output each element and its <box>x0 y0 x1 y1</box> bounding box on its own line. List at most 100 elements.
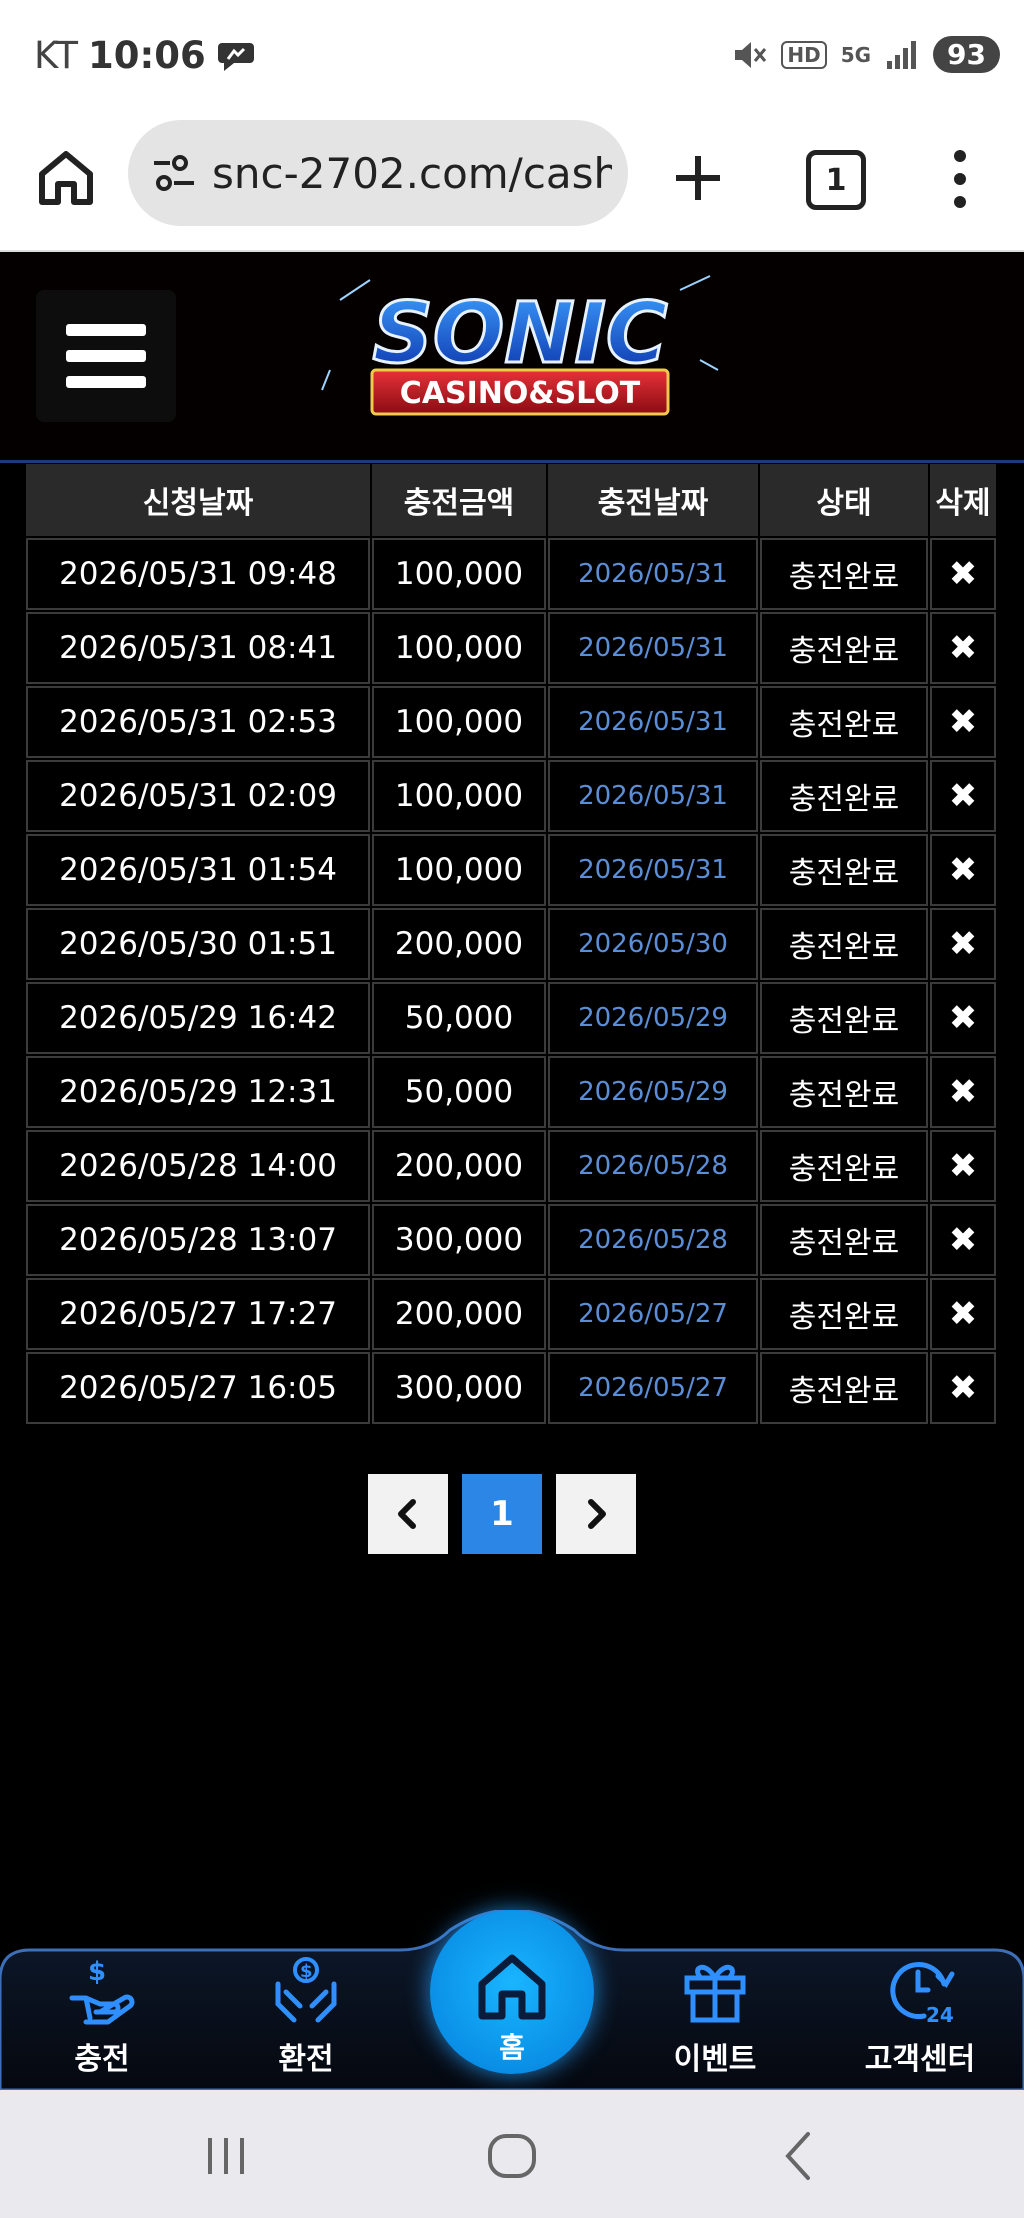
status-cell: 충전완료 <box>760 1278 928 1350</box>
request-date-cell: 2026/05/30 01:51 <box>26 908 370 980</box>
charge-date-cell: 2026/05/31 <box>548 834 758 906</box>
amount-cell: 300,000 <box>372 1204 546 1276</box>
hamburger-menu-button[interactable] <box>36 290 176 422</box>
delete-button[interactable]: ✖ <box>930 538 996 610</box>
table-row: 2026/05/28 13:07 300,000 2026/05/28 충전완료 ✖ <box>26 1204 996 1276</box>
charge-date-cell: 2026/05/31 <box>548 686 758 758</box>
nav-deposit[interactable]: $ 충전 <box>27 1954 177 2084</box>
table-row: 2026/05/27 17:27 200,000 2026/05/27 충전완료 ✖ <box>26 1278 996 1350</box>
delete-button[interactable]: ✖ <box>930 908 996 980</box>
nav-withdraw[interactable]: $ 환전 <box>231 1954 381 2084</box>
amount-cell: 100,000 <box>372 760 546 832</box>
support-badge: 24 <box>926 2003 954 2026</box>
table-row: 2026/05/28 14:00 200,000 2026/05/28 충전완료 ✖ <box>26 1130 996 1202</box>
delete-button[interactable]: ✖ <box>930 1204 996 1276</box>
table-row: 2026/05/29 16:42 50,000 2026/05/29 충전완료 ✖ <box>26 982 996 1054</box>
more-menu-icon[interactable] <box>940 146 980 212</box>
site-header: SONIC CASINO&SLOT <box>0 252 1024 463</box>
request-date-cell: 2026/05/28 13:07 <box>26 1204 370 1276</box>
hd-badge: HD <box>781 40 827 69</box>
logo-title: SONIC <box>372 284 667 382</box>
table-row: 2026/05/27 16:05 300,000 2026/05/27 충전완료 ✖ <box>26 1352 996 1424</box>
nav-withdraw-label: 환전 <box>278 2042 334 2077</box>
amount-cell: 50,000 <box>372 1056 546 1128</box>
tab-switcher-button[interactable]: 1 <box>806 150 866 210</box>
request-date-cell: 2026/05/27 17:27 <box>26 1278 370 1350</box>
delete-button[interactable]: ✖ <box>930 1130 996 1202</box>
status-cell: 충전완료 <box>760 760 928 832</box>
delete-button[interactable]: ✖ <box>930 1352 996 1424</box>
clock: 10:06 <box>88 34 206 77</box>
delete-button[interactable]: ✖ <box>930 834 996 906</box>
system-navigation-bar <box>0 2090 1024 2218</box>
page-1-button[interactable]: 1 <box>462 1474 542 1554</box>
col-amount: 충전금액 <box>372 464 546 536</box>
charge-date-cell: 2026/05/29 <box>548 1056 758 1128</box>
delete-button[interactable]: ✖ <box>930 612 996 684</box>
request-date-cell: 2026/05/31 01:54 <box>26 834 370 906</box>
status-bar: KT 10:06 HD 5G 93 <box>0 0 1024 116</box>
amount-cell: 100,000 <box>372 686 546 758</box>
col-delete: 삭제 <box>930 464 996 536</box>
amount-cell: 300,000 <box>372 1352 546 1424</box>
site-settings-icon[interactable] <box>150 149 198 197</box>
recents-icon[interactable] <box>196 2126 256 2186</box>
system-home-icon[interactable] <box>482 2126 542 2186</box>
status-cell: 충전완료 <box>760 612 928 684</box>
col-status: 상태 <box>760 464 928 536</box>
url-text[interactable]: snc-2702.com/cash_ <box>212 149 612 198</box>
charge-date-cell: 2026/05/27 <box>548 1278 758 1350</box>
browser-toolbar: snc-2702.com/cash_ 1 <box>0 116 1024 252</box>
logo-subtitle: CASINO&SLOT <box>400 376 641 411</box>
next-page-button[interactable] <box>556 1474 636 1554</box>
table-row: 2026/05/31 02:09 100,000 2026/05/31 충전완료 ✖ <box>26 760 996 832</box>
charge-date-cell: 2026/05/29 <box>548 982 758 1054</box>
delete-button[interactable]: ✖ <box>930 1278 996 1350</box>
request-date-cell: 2026/05/31 09:48 <box>26 538 370 610</box>
prev-page-button[interactable] <box>368 1474 448 1554</box>
delete-button[interactable]: ✖ <box>930 760 996 832</box>
address-bar[interactable]: snc-2702.com/cash_ <box>128 120 628 226</box>
bottom-navigation: $ 충전 $ 환전 홈 이벤트 24 고객센터 <box>0 1910 1024 2090</box>
table-row: 2026/05/31 09:48 100,000 2026/05/31 충전완료 ✖ <box>26 538 996 610</box>
delete-button[interactable]: ✖ <box>930 1056 996 1128</box>
status-cell: 충전완료 <box>760 1352 928 1424</box>
col-charge-date: 충전날짜 <box>548 464 758 536</box>
chevron-left-icon <box>398 1499 416 1529</box>
status-cell: 충전완료 <box>760 538 928 610</box>
nav-home[interactable]: 홈 <box>430 1910 594 2074</box>
request-date-cell: 2026/05/31 02:53 <box>26 686 370 758</box>
status-cell: 충전완료 <box>760 1204 928 1276</box>
delete-button[interactable]: ✖ <box>930 686 996 758</box>
battery-indicator: 93 <box>933 36 1000 73</box>
status-cell: 충전완료 <box>760 982 928 1054</box>
nav-deposit-label: 충전 <box>74 2042 130 2077</box>
new-tab-icon[interactable] <box>668 148 728 208</box>
chevron-right-icon <box>588 1499 606 1529</box>
nav-support[interactable]: 24 고객센터 <box>845 1954 995 2084</box>
status-cell: 충전완료 <box>760 1056 928 1128</box>
browser-home-icon[interactable] <box>34 146 98 210</box>
status-cell: 충전완료 <box>760 686 928 758</box>
delete-button[interactable]: ✖ <box>930 982 996 1054</box>
amount-cell: 200,000 <box>372 1130 546 1202</box>
nav-event[interactable]: 이벤트 <box>640 1954 790 2084</box>
svg-text:$: $ <box>88 1957 106 1987</box>
deposit-hand-coin-icon: $ <box>69 1957 135 2025</box>
support-24h-icon: 24 <box>890 1962 955 2026</box>
back-icon[interactable] <box>770 2126 830 2186</box>
gift-icon <box>684 1964 746 2023</box>
table-row: 2026/05/31 02:53 100,000 2026/05/31 충전완료 ✖ <box>26 686 996 758</box>
carrier-label: KT <box>34 34 78 77</box>
charge-date-cell: 2026/05/27 <box>548 1352 758 1424</box>
amount-cell: 50,000 <box>372 982 546 1054</box>
charge-date-cell: 2026/05/31 <box>548 760 758 832</box>
messenger-icon <box>217 42 254 71</box>
table-row: 2026/05/30 01:51 200,000 2026/05/30 충전완료 ✖ <box>26 908 996 980</box>
table-row: 2026/05/31 01:54 100,000 2026/05/31 충전완료 ✖ <box>26 834 996 906</box>
request-date-cell: 2026/05/29 12:31 <box>26 1056 370 1128</box>
sonic-casino-logo[interactable]: SONIC CASINO&SLOT <box>320 270 720 440</box>
charge-date-cell: 2026/05/30 <box>548 908 758 980</box>
amount-cell: 100,000 <box>372 834 546 906</box>
table-row: 2026/05/29 12:31 50,000 2026/05/29 충전완료 ✖ <box>26 1056 996 1128</box>
